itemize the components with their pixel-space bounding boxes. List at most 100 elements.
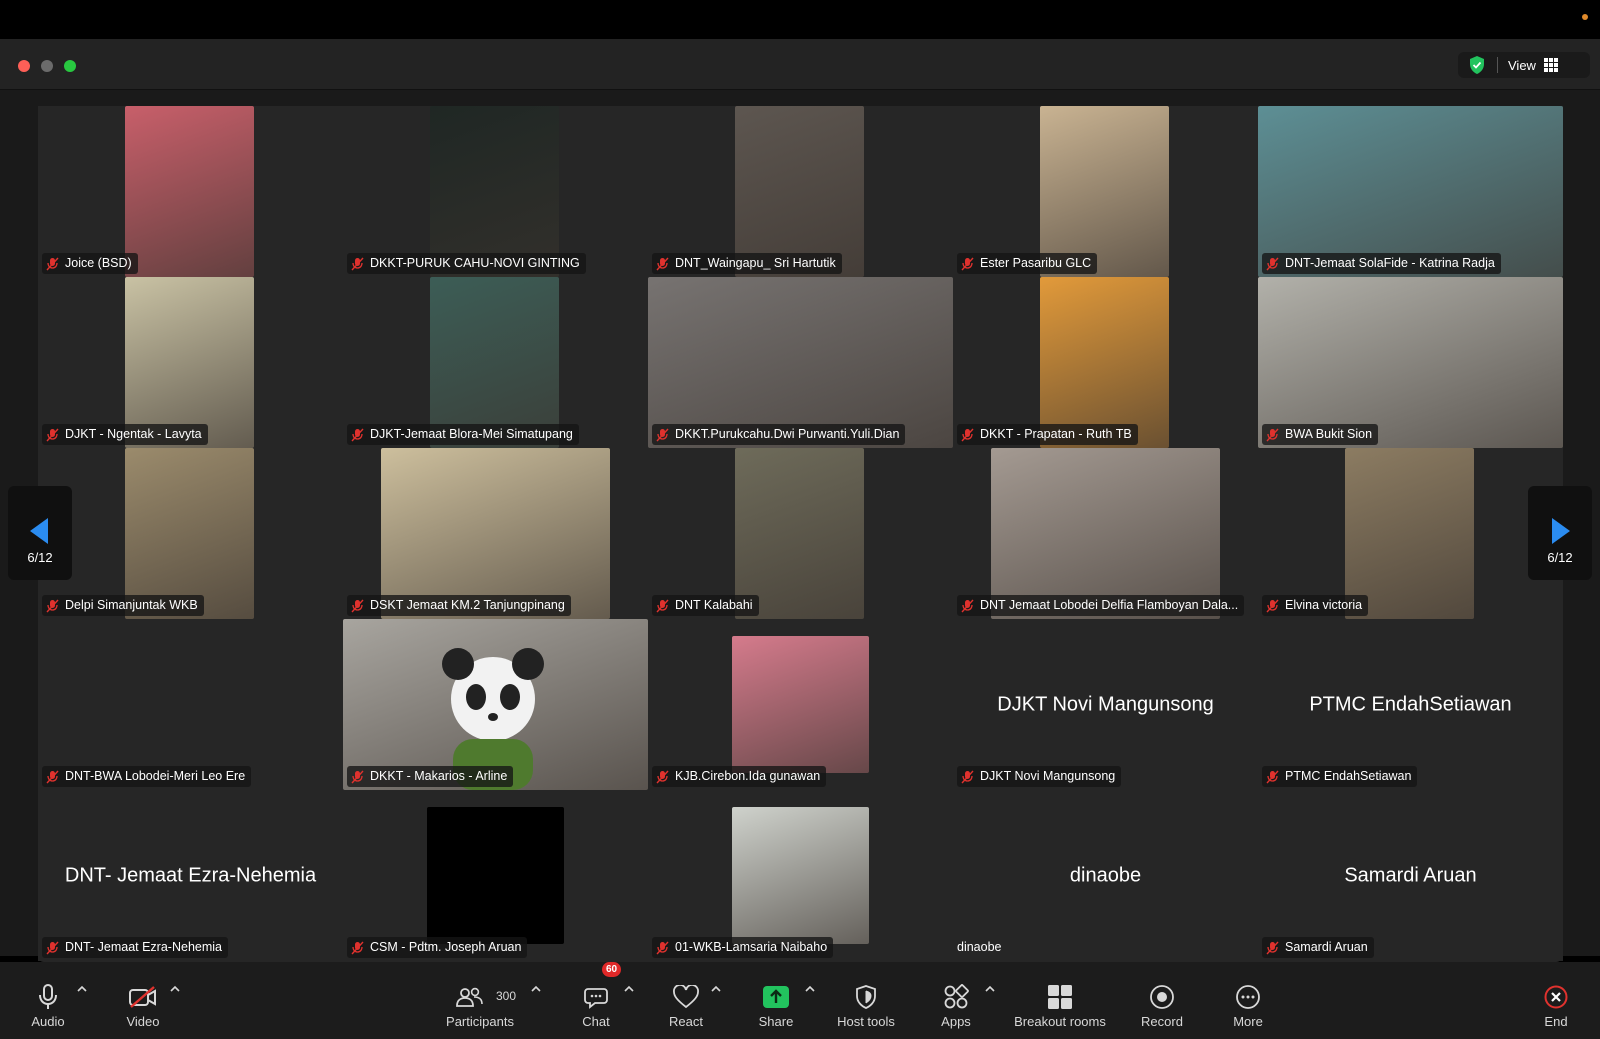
apps-options-caret[interactable] <box>983 982 997 996</box>
video-off-icon <box>128 982 158 1012</box>
muted-microphone-icon <box>961 257 974 270</box>
participant-tile[interactable]: DNT Kalabahi <box>648 448 953 619</box>
participant-name-tag: KJB.Cirebon.Ida gunawan <box>652 766 827 787</box>
muted-microphone-icon <box>656 941 669 954</box>
participant-name-tag: DNT- Jemaat Ezra-Nehemia <box>42 937 228 958</box>
participant-tile[interactable]: DSKT Jemaat KM.2 Tanjungpinang <box>343 448 648 619</box>
participant-tile[interactable]: DNT_Waingapu_ Sri Hartutik <box>648 106 953 277</box>
share-button[interactable]: Share <box>750 962 802 1039</box>
share-options-caret[interactable] <box>803 982 817 996</box>
muted-microphone-icon <box>656 428 669 441</box>
muted-microphone-icon <box>961 428 974 441</box>
participant-name-tag: DNT Kalabahi <box>652 595 759 616</box>
audio-options-caret[interactable] <box>75 982 89 996</box>
participant-name-tag: dinaobe <box>957 937 1008 958</box>
participant-video <box>648 277 953 448</box>
view-menu[interactable]: View <box>1458 52 1590 78</box>
meeting-toolbar: Audio Video 300 Participants 60 Chat Rea… <box>0 962 1600 1039</box>
participant-tile[interactable]: DJKT - Ngentak - Lavyta <box>38 277 343 448</box>
participant-name-tag: Elvina victoria <box>1262 595 1369 616</box>
muted-microphone-icon <box>1266 599 1279 612</box>
participant-name: DNT_Waingapu_ Sri Hartutik <box>675 256 836 270</box>
participant-name: Samardi Aruan <box>1285 940 1368 954</box>
participant-name: Delpi Simanjuntak WKB <box>65 598 198 612</box>
participant-name: DNT-Jemaat SolaFide - Katrina Radja <box>1285 256 1495 270</box>
participant-tile[interactable]: Delpi Simanjuntak WKB <box>38 448 343 619</box>
record-button[interactable]: Record <box>1134 962 1190 1039</box>
participant-name: DKKT-PURUK CAHU-NOVI GINTING <box>370 256 580 270</box>
next-page-button[interactable]: 6/12 <box>1528 486 1592 580</box>
participant-name: DKKT - Makarios - Arline <box>370 769 508 783</box>
muted-microphone-icon <box>1266 770 1279 783</box>
participant-tile[interactable]: DJKT-Jemaat Blora-Mei Simatupang <box>343 277 648 448</box>
participant-tile[interactable]: Elvina victoria <box>1258 448 1563 619</box>
participant-tile[interactable]: KJB.Cirebon.Ida gunawan <box>648 619 953 790</box>
participant-video <box>1040 106 1169 277</box>
participant-tile[interactable]: DNT-Jemaat SolaFide - Katrina Radja <box>1258 106 1563 277</box>
participant-name-tag: BWA Bukit Sion <box>1262 424 1379 445</box>
participant-tile[interactable]: DNT-BWA Lobodei-Meri Leo Ere <box>38 619 343 790</box>
participant-tile[interactable]: BWA Bukit Sion <box>1258 277 1563 448</box>
participant-tile[interactable]: DKKT.Purukcahu.Dwi Purwanti.Yuli.Dian <box>648 277 953 448</box>
participant-name-tag: Delpi Simanjuntak WKB <box>42 595 204 616</box>
end-meeting-button[interactable]: End <box>1530 962 1582 1039</box>
participants-button[interactable]: 300 Participants <box>440 962 520 1039</box>
host-tools-button[interactable]: Host tools <box>828 962 904 1039</box>
participant-tile[interactable]: dinaobe dinaobe <box>953 790 1258 961</box>
participant-name-tag: CSM - Pdtm. Joseph Aruan <box>347 937 528 958</box>
participant-display-name: dinaobe <box>1069 864 1142 886</box>
participant-name-tag: DNT_Waingapu_ Sri Hartutik <box>652 253 842 274</box>
chat-label: Chat <box>582 1014 610 1029</box>
close-window-button[interactable] <box>18 60 30 72</box>
participant-tile[interactable]: Joice (BSD) <box>38 106 343 277</box>
participant-tile[interactable]: DKKT - Makarios - Arline <box>343 619 648 790</box>
shield-icon <box>851 982 881 1012</box>
participant-name: DNT-BWA Lobodei-Meri Leo Ere <box>65 769 246 783</box>
more-button[interactable]: More <box>1222 962 1274 1039</box>
window-titlebar: View <box>0 39 1600 90</box>
muted-microphone-icon <box>961 599 974 612</box>
participant-video <box>125 106 254 277</box>
participant-tile[interactable]: Samardi Aruan Samardi Aruan <box>1258 790 1563 961</box>
participant-name-tag: DJKT Novi Mangunsong <box>957 766 1122 787</box>
participant-name: DNT Kalabahi <box>675 598 753 612</box>
participant-tile[interactable]: 01-WKB-Lamsaria Naibaho <box>648 790 953 961</box>
minimize-window-button[interactable] <box>41 60 53 72</box>
participant-tile[interactable]: Ester Pasaribu GLC <box>953 106 1258 277</box>
participants-options-caret[interactable] <box>529 982 543 996</box>
muted-microphone-icon <box>656 257 669 270</box>
participant-display-name: DNT- Jemaat Ezra-Nehemia <box>64 864 317 886</box>
participant-tile[interactable]: PTMC EndahSetiawan PTMC EndahSetiawan <box>1258 619 1563 790</box>
menu-bar <box>0 0 1600 39</box>
participant-name: Elvina victoria <box>1285 598 1363 612</box>
participant-video <box>430 106 559 277</box>
chat-options-caret[interactable] <box>622 982 636 996</box>
audio-label: Audio <box>31 1014 65 1029</box>
participants-label: Participants <box>446 1014 514 1029</box>
participant-tile[interactable]: DKKT - Prapatan - Ruth TB <box>953 277 1258 448</box>
maximize-window-button[interactable] <box>64 60 76 72</box>
previous-page-button[interactable]: 6/12 <box>8 486 72 580</box>
participant-tile[interactable]: DKKT-PURUK CAHU-NOVI GINTING <box>343 106 648 277</box>
participant-name-tag: DNT Jemaat Lobodei Delfia Flamboyan Dala… <box>957 595 1245 616</box>
audio-button[interactable]: Audio <box>18 962 78 1039</box>
participant-name: DJKT-Jemaat Blora-Mei Simatupang <box>370 427 573 441</box>
apps-button[interactable]: Apps <box>930 962 982 1039</box>
share-screen-icon <box>761 982 791 1012</box>
react-button[interactable]: React <box>660 962 712 1039</box>
video-button[interactable]: Video <box>110 962 176 1039</box>
heart-icon <box>671 982 701 1012</box>
participant-tile[interactable]: DNT- Jemaat Ezra-Nehemia DNT- Jemaat Ezra… <box>38 790 343 961</box>
chat-button[interactable]: 60 Chat <box>570 962 622 1039</box>
muted-microphone-icon <box>46 770 59 783</box>
muted-microphone-icon <box>351 428 364 441</box>
breakout-rooms-button[interactable]: Breakout rooms <box>1010 962 1110 1039</box>
participant-tile[interactable]: CSM - Pdtm. Joseph Aruan <box>343 790 648 961</box>
video-options-caret[interactable] <box>168 982 182 996</box>
muted-microphone-icon <box>46 941 59 954</box>
participant-tile[interactable]: DNT Jemaat Lobodei Delfia Flamboyan Dala… <box>953 448 1258 619</box>
react-options-caret[interactable] <box>709 982 723 996</box>
participant-tile[interactable]: DJKT Novi Mangunsong DJKT Novi Mangunsong <box>953 619 1258 790</box>
participant-video <box>125 448 254 619</box>
panda-avatar <box>442 648 544 790</box>
